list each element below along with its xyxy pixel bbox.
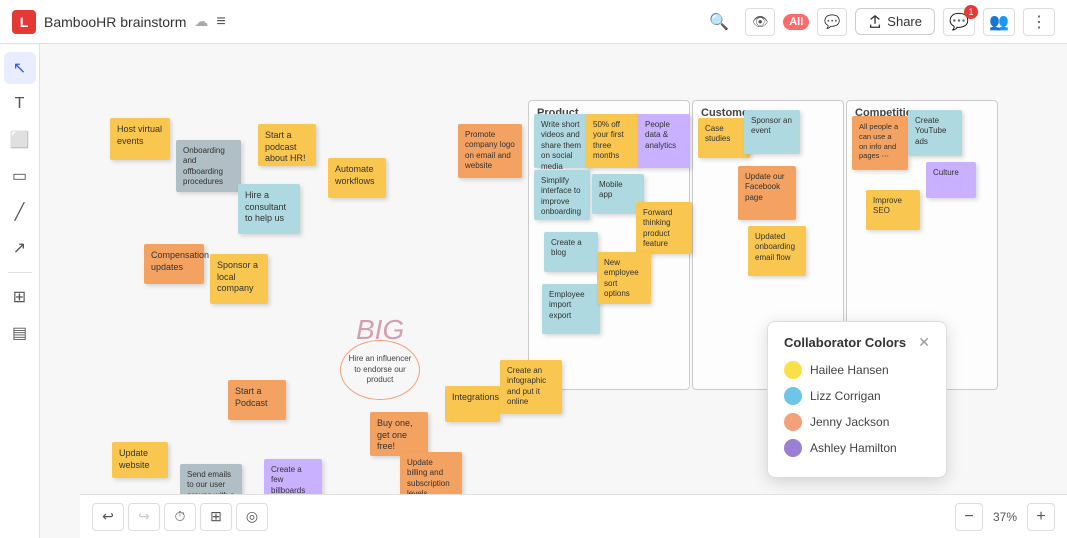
zoom-level-label: 37%	[987, 510, 1023, 524]
left-toolbar: ↖ T ⬜ ▭ ╱ ↗ ⊞ ▤	[0, 44, 40, 538]
location-button[interactable]: ◎	[236, 503, 268, 531]
sticky-youtube-ads[interactable]: Create YouTube ads	[908, 110, 962, 156]
sticky-tool-button[interactable]: ▭	[4, 160, 36, 192]
hire-influencer-sticky[interactable]: Hire an influencer to endorse our produc…	[340, 340, 420, 400]
sticky-host-virtual[interactable]: Host virtual events	[110, 118, 170, 160]
sticky-new-employee[interactable]: New employee sort options	[597, 252, 651, 304]
sticky-sponsor-local[interactable]: Sponsor a local company	[210, 254, 268, 304]
sticky-onboarding-email[interactable]: Updated onboarding email flow	[748, 226, 806, 276]
collab-dot-2	[784, 413, 802, 431]
sticky-employee-import[interactable]: Employee import export	[542, 284, 600, 334]
right-actions: 👁 All 💬 Share 💬 1 👥 ⋮	[745, 8, 1055, 36]
cloud-icon[interactable]: ☁	[194, 13, 208, 30]
text-tool-button[interactable]: T	[4, 88, 36, 120]
collab-item-1: Lizz Corrigan	[784, 387, 930, 405]
all-badge[interactable]: All	[783, 14, 809, 30]
collab-item-3: Ashley Hamilton	[784, 439, 930, 457]
undo-button[interactable]: ↩	[92, 503, 124, 531]
collab-name-0: Hailee Hansen	[810, 363, 889, 377]
sticky-promote-logo[interactable]: Promote company logo on email and websit…	[458, 124, 522, 178]
collab-item-0: Hailee Hansen	[784, 361, 930, 379]
zoom-group: − 37% +	[955, 503, 1055, 531]
sticky-hire-consultant[interactable]: Hire a consultant to help us	[238, 184, 300, 234]
redo-button[interactable]: ↪	[128, 503, 160, 531]
sticky-simplify[interactable]: Simplify interface to improve onboarding	[534, 170, 590, 220]
panel-title: Collaborator Colors	[784, 335, 906, 350]
frame-tool-button[interactable]: ⬜	[4, 124, 36, 156]
collab-item-2: Jenny Jackson	[784, 413, 930, 431]
sticky-integrations[interactable]: Integrations	[445, 386, 500, 422]
zoom-out-button[interactable]: −	[955, 503, 983, 531]
search-icon[interactable]: 🔍	[709, 12, 729, 32]
collab-name-3: Ashley Hamilton	[810, 441, 897, 455]
layers-tool-button[interactable]: ▤	[4, 317, 36, 349]
more-options-button[interactable]: ⋮	[1023, 8, 1055, 36]
canvas[interactable]: BIG Product Customers Competition Host v…	[40, 44, 1067, 538]
bottombar: ↩ ↪ ⏱ ⊞ ◎ − 37% +	[80, 494, 1067, 538]
sticky-start-podcast[interactable]: Start a Podcast	[228, 380, 286, 420]
collaborator-colors-panel: Collaborator Colors ✕ Hailee Hansen Lizz…	[767, 321, 947, 478]
logo-icon: L	[12, 10, 36, 34]
sticky-buy-one[interactable]: Buy one, get one free!	[370, 412, 428, 456]
document-title: BambooHR brainstorm	[44, 14, 186, 30]
sticky-update-facebook[interactable]: Update our Facebook page	[738, 166, 796, 220]
sticky-sponsor-event[interactable]: Sponsor an event	[744, 110, 800, 154]
close-panel-button[interactable]: ✕	[918, 334, 930, 351]
history-button[interactable]: ⏱	[164, 503, 196, 531]
collab-name-1: Lizz Corrigan	[810, 389, 881, 403]
topbar: L BambooHR brainstorm ☁ ≡ 🔍 👁 All 💬 Shar…	[0, 0, 1067, 44]
grid-tool-button[interactable]: ⊞	[4, 281, 36, 313]
sticky-people-data[interactable]: People data & analytics	[638, 114, 690, 168]
view-toggle-button[interactable]: 👁	[745, 8, 775, 36]
collab-dot-3	[784, 439, 802, 457]
sticky-create-blog[interactable]: Create a blog	[544, 232, 598, 272]
sticky-all-people[interactable]: All people a can use a on info and pages…	[852, 116, 908, 170]
sticky-compensation[interactable]: Compensation updates	[144, 244, 204, 284]
sticky-case-studies[interactable]: Case studies	[698, 118, 750, 158]
toolbar-divider	[8, 272, 32, 273]
sticky-infographic[interactable]: Create an infographic and put it online	[500, 360, 562, 414]
sticky-improve-seo[interactable]: Improve SEO	[866, 190, 920, 230]
sticky-automate[interactable]: Automate workflows	[328, 158, 386, 198]
collab-dot-1	[784, 387, 802, 405]
people-button[interactable]: 👥	[983, 8, 1015, 36]
collab-dot-0	[784, 361, 802, 379]
sticky-write-videos[interactable]: Write short videos and share them on soc…	[534, 114, 590, 168]
menu-icon[interactable]: ≡	[216, 13, 225, 31]
line-tool-button[interactable]: ╱	[4, 196, 36, 228]
sticky-podcast-hr[interactable]: Start a podcast about HR!	[258, 124, 316, 166]
comment-icon[interactable]: 💬	[817, 8, 847, 36]
sticky-culture[interactable]: Culture	[926, 162, 976, 198]
notification-button[interactable]: 💬 1	[943, 8, 975, 36]
select-tool-button[interactable]: ↖	[4, 52, 36, 84]
sticky-onboarding[interactable]: Onboarding and offboarding procedures	[176, 140, 241, 192]
sticky-update-website[interactable]: Update website	[112, 442, 168, 478]
canvas-wrapper: ↖ T ⬜ ▭ ╱ ↗ ⊞ ▤ BIG Product Customers Co…	[0, 44, 1067, 538]
collab-name-2: Jenny Jackson	[810, 415, 889, 429]
zoom-in-button[interactable]: +	[1027, 503, 1055, 531]
fit-button[interactable]: ⊞	[200, 503, 232, 531]
history-nav-group: ↩ ↪ ⏱ ⊞ ◎	[92, 503, 268, 531]
sticky-50off[interactable]: 50% off your first three months	[586, 114, 640, 168]
arrow-tool-button[interactable]: ↗	[4, 232, 36, 264]
share-button[interactable]: Share	[855, 8, 935, 35]
panel-header: Collaborator Colors ✕	[784, 334, 930, 351]
notification-badge: 1	[964, 5, 978, 19]
sticky-forward-thinking[interactable]: Forward thinking product feature	[636, 202, 692, 254]
